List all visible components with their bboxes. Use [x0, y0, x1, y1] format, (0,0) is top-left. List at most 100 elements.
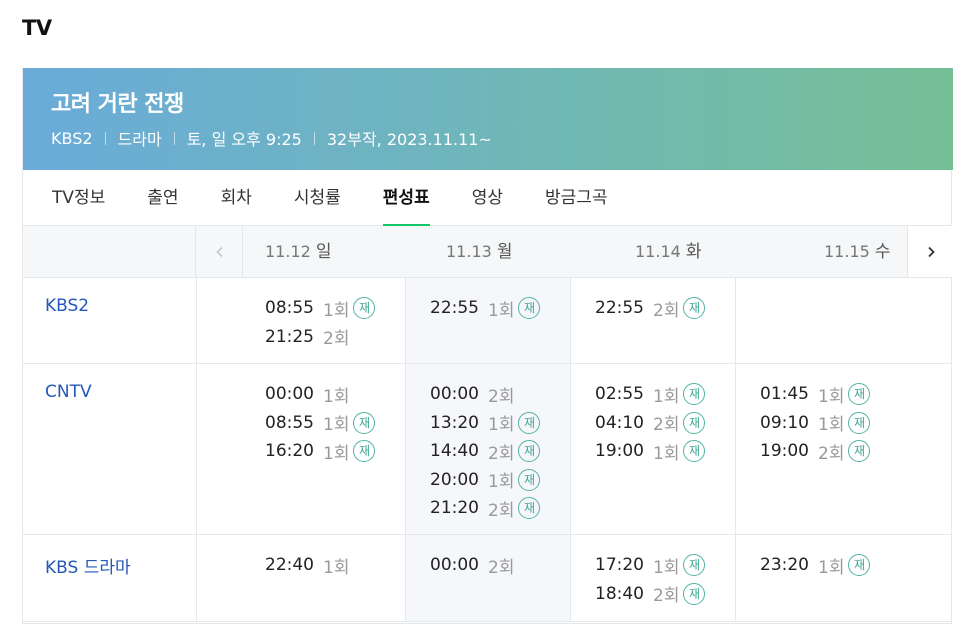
- broadcast-slot: 20:00 1회 재: [430, 468, 541, 492]
- episode-number: 1회: [488, 300, 515, 321]
- rerun-badge: 재: [683, 554, 706, 576]
- program-meta: KBS2 드라마 토, 일 오후 9:25 32부작, 2023.11.11~: [51, 126, 492, 150]
- date-header: 11.15 수: [824, 226, 891, 277]
- rerun-badge: 재: [353, 411, 376, 434]
- chevron-left-icon: [215, 246, 223, 257]
- air-time: 00:00: [265, 384, 314, 404]
- air-time: 21:25: [265, 326, 314, 347]
- rerun-badge: 재: [683, 411, 706, 434]
- episode-number: 2회: [323, 329, 350, 349]
- schedule-cell: [736, 278, 931, 363]
- episode-number: 1회: [323, 557, 350, 578]
- episode-number: 1회: [323, 300, 350, 321]
- schedule-cell: 00:00 2회 13:20 1회 재 14:40 2회 재 20:00 1회 재 21:20 2회 재: [406, 364, 571, 534]
- channel-link[interactable]: KBS 드라마: [45, 553, 131, 578]
- episode-number: 2회: [488, 443, 515, 464]
- schedule-row: 08:55 1회 재 21:25 2회 22:55 1회 재 22:55 2회 재 KBS2: [23, 278, 953, 364]
- section-title: TV: [22, 16, 52, 40]
- air-time: 17:20: [595, 555, 644, 575]
- channel-link[interactable]: KBS2: [45, 296, 89, 316]
- air-time: 00:00: [430, 555, 479, 575]
- episode-number: 1회: [323, 443, 350, 464]
- schedule-row: 00:00 1회 08:55 1회 재 16:20 1회 재 00:00 2회 13:20 1회 재 14…: [23, 364, 953, 535]
- date-label: 11.13: [446, 242, 492, 261]
- program-title[interactable]: 고려 거란 전쟁: [51, 86, 184, 118]
- broadcast-slot: 09:10 1회 재: [760, 411, 871, 435]
- air-time: 22:55: [430, 298, 479, 318]
- air-time: 00:00: [430, 384, 479, 404]
- tab-ratings[interactable]: 시청률: [294, 170, 341, 226]
- air-time: 21:20: [430, 498, 479, 518]
- meta-airtime: 토, 일 오후 9:25: [186, 130, 302, 149]
- broadcast-slot: 04:10 2회 재: [595, 411, 706, 435]
- broadcast-slot: 08:55 1회 재: [265, 296, 376, 321]
- rerun-badge: 재: [518, 468, 541, 491]
- schedule-cell: 00:00 1회 08:55 1회 재 16:20 1회 재: [197, 364, 406, 534]
- broadcast-slot: 02:55 1회 재: [595, 382, 706, 407]
- air-time: 16:20: [265, 441, 314, 461]
- meta-channel: KBS2: [51, 128, 93, 148]
- air-time: 23:20: [760, 555, 809, 575]
- episode-number: 2회: [488, 500, 515, 521]
- episode-number: 1회: [818, 415, 845, 435]
- episode-number: 1회: [818, 386, 845, 407]
- broadcast-slot: 17:20 1회 재: [595, 553, 706, 578]
- broadcast-slot: 16:20 1회 재: [265, 439, 376, 464]
- date-header: 11.12 일: [265, 226, 332, 277]
- episode-number: 2회: [818, 443, 845, 464]
- channel-divider: [196, 364, 197, 534]
- broadcast-slot: 00:00 2회: [430, 382, 518, 407]
- air-time: 22:40: [265, 555, 314, 575]
- broadcast-slot: 22:55 1회 재: [430, 296, 541, 321]
- date-header: 11.13 월: [446, 226, 513, 277]
- rerun-badge: 재: [848, 554, 871, 576]
- rerun-badge: 재: [683, 440, 706, 462]
- day-label: 월: [496, 242, 513, 262]
- broadcast-slot: 00:00 2회: [430, 553, 518, 578]
- rerun-badge: 재: [683, 383, 706, 405]
- meta-divider: [104, 131, 106, 145]
- episode-number: 2회: [653, 586, 680, 606]
- rerun-badge: 재: [518, 497, 541, 519]
- schedule-cell: 02:55 1회 재 04:10 2회 재 19:00 1회 재: [571, 364, 736, 534]
- tab-cast[interactable]: 출연: [147, 170, 178, 226]
- air-time: 19:00: [595, 441, 644, 461]
- broadcast-slot: 14:40 2회 재: [430, 439, 541, 464]
- broadcast-slot: 08:55 1회 재: [265, 411, 376, 435]
- episode-number: 2회: [653, 300, 680, 321]
- tab-tv-info[interactable]: TV정보: [52, 170, 105, 226]
- date-label: 11.12: [265, 242, 311, 261]
- broadcast-slot: 21:25 2회: [265, 325, 353, 350]
- air-time: 20:00: [430, 469, 479, 490]
- broadcast-slot: 19:00 1회 재: [595, 439, 706, 464]
- rerun-badge: 재: [848, 440, 871, 462]
- episode-number: 2회: [488, 386, 515, 407]
- prev-dates-button[interactable]: [197, 226, 243, 277]
- channel-divider: [196, 535, 197, 621]
- schedule-cell: 23:20 1회 재: [736, 535, 931, 621]
- broadcast-slot: 22:40 1회: [265, 553, 353, 578]
- rerun-badge: 재: [518, 411, 541, 434]
- channel-divider: [196, 278, 197, 363]
- tab-recent-song[interactable]: 방금그곡: [545, 170, 608, 226]
- schedule-cell: 22:40 1회: [197, 535, 406, 621]
- episode-number: 1회: [488, 415, 515, 435]
- episode-number: 1회: [323, 415, 350, 435]
- schedule-row: 22:40 1회 00:00 2회 17:20 1회 재 18:40 2회 재 23:20 1회 재 KB…: [23, 535, 953, 622]
- date-label: 11.14: [635, 242, 681, 261]
- tab-schedule[interactable]: 편성표: [382, 170, 430, 227]
- next-dates-button[interactable]: [907, 226, 953, 277]
- tab-video[interactable]: 영상: [472, 170, 503, 226]
- broadcast-slot: 21:20 2회 재: [430, 496, 541, 521]
- date-label: 11.15: [824, 242, 870, 261]
- episode-number: 2회: [488, 557, 515, 578]
- schedule-cell: 22:55 2회 재: [571, 278, 736, 363]
- tab-episodes[interactable]: 회차: [221, 170, 252, 226]
- channel-header: [23, 226, 196, 277]
- day-label: 수: [874, 242, 891, 262]
- air-time: 18:40: [595, 583, 644, 604]
- broadcast-slot: 23:20 1회 재: [760, 553, 871, 578]
- broadcast-slot: 01:45 1회 재: [760, 382, 871, 407]
- channel-link[interactable]: CNTV: [45, 382, 92, 402]
- broadcast-slot: 13:20 1회 재: [430, 411, 541, 435]
